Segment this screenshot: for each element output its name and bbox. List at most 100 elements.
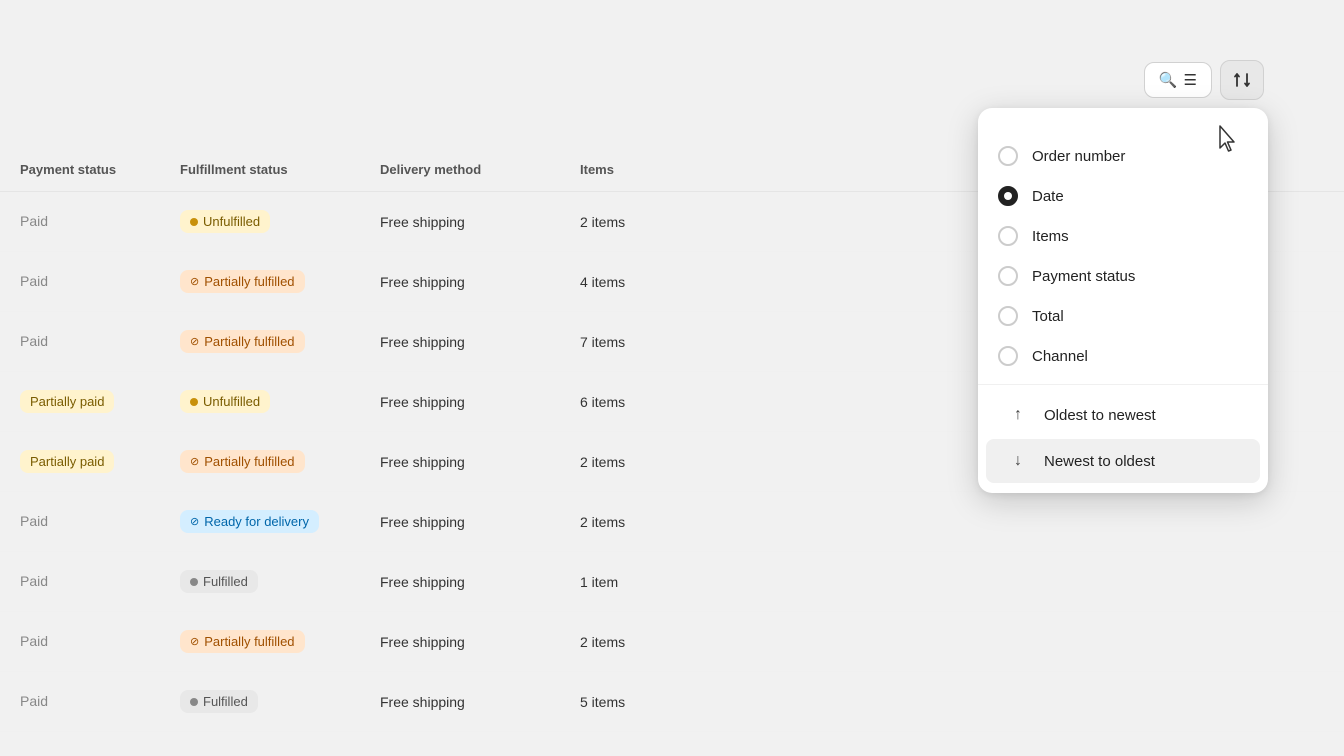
fulfillment-badge: ⊘Partially fulfilled: [180, 450, 305, 473]
badge-dot: [190, 398, 198, 406]
header-payment-status: Payment status: [20, 162, 180, 177]
cell-fulfillment-status: ⊘Partially fulfilled: [180, 270, 380, 293]
sort-option-total[interactable]: Total: [978, 296, 1268, 336]
sort-options: Order number Date Items Payment status Total…: [978, 136, 1268, 376]
payment-text: Paid: [20, 633, 48, 649]
sort-option-label: Payment status: [1032, 268, 1135, 285]
cell-fulfillment-status: Unfulfilled: [180, 210, 380, 233]
sort-direction-oldest[interactable]: ↑ Oldest to newest: [986, 393, 1260, 437]
sort-direction-arrow: ↓: [1006, 449, 1030, 473]
sort-dropdown-title: [978, 124, 1268, 136]
fulfillment-badge: Fulfilled: [180, 570, 258, 593]
cell-fulfillment-status: Fulfilled: [180, 570, 380, 593]
sort-divider: [978, 384, 1268, 385]
sort-option-items[interactable]: Items: [978, 216, 1268, 256]
partial-icon: ⊘: [190, 635, 199, 648]
payment-text: Paid: [20, 213, 48, 229]
cell-items: 5 items: [580, 694, 800, 710]
cell-items: 1 item: [580, 574, 800, 590]
sort-directions: ↑ Oldest to newest ↓ Newest to oldest: [978, 393, 1268, 483]
table-row[interactable]: Paid ⊘Partially fulfilled Free shipping2 i…: [0, 612, 1344, 672]
cell-delivery-method: Free shipping: [380, 574, 580, 590]
cell-payment-status: Paid: [20, 273, 180, 291]
table-row[interactable]: Paid Fulfilled Free shipping5 items: [0, 672, 1344, 732]
header-fulfillment-status: Fulfillment status: [180, 162, 380, 177]
cell-items: 2 items: [580, 514, 800, 530]
fulfillment-badge: Unfulfilled: [180, 390, 270, 413]
sort-option-label: Date: [1032, 188, 1064, 205]
cell-fulfillment-status: Fulfilled: [180, 690, 380, 713]
sort-option-channel[interactable]: Channel: [978, 336, 1268, 376]
search-filter-button[interactable]: 🔍 ☰: [1144, 62, 1212, 98]
fulfillment-badge: ⊘Partially fulfilled: [180, 330, 305, 353]
cell-delivery-method: Free shipping: [380, 454, 580, 470]
sort-radio: [998, 226, 1018, 246]
sort-dropdown: Order number Date Items Payment status Total…: [978, 108, 1268, 493]
payment-text: Paid: [20, 573, 48, 589]
table-row[interactable]: Paid ⊘Ready for delivery Free shipping2 it…: [0, 492, 1344, 552]
partial-icon: ⊘: [190, 455, 199, 468]
sort-radio: [998, 146, 1018, 166]
fulfillment-badge: Unfulfilled: [180, 210, 270, 233]
cell-payment-status: Paid: [20, 693, 180, 711]
badge-dot: [190, 698, 198, 706]
search-icon: 🔍: [1159, 71, 1178, 89]
cell-fulfillment-status: ⊘Partially fulfilled: [180, 330, 380, 353]
cell-delivery-method: Free shipping: [380, 214, 580, 230]
sort-direction-label: Oldest to newest: [1044, 407, 1156, 424]
payment-text: Paid: [20, 693, 48, 709]
table-row[interactable]: Paid Fulfilled Free shipping1 item: [0, 552, 1344, 612]
sort-direction-label: Newest to oldest: [1044, 453, 1155, 470]
sort-radio: [998, 266, 1018, 286]
cell-items: 4 items: [580, 274, 800, 290]
cell-delivery-method: Free shipping: [380, 694, 580, 710]
cell-delivery-method: Free shipping: [380, 634, 580, 650]
cell-payment-status: Paid: [20, 333, 180, 351]
header-delivery-method: Delivery method: [380, 162, 580, 177]
sort-direction-newest[interactable]: ↓ Newest to oldest: [986, 439, 1260, 483]
sort-button[interactable]: [1220, 60, 1264, 100]
sort-option-label: Total: [1032, 308, 1064, 325]
cell-payment-status: Paid: [20, 633, 180, 651]
cell-items: 2 items: [580, 634, 800, 650]
cell-items: 2 items: [580, 454, 800, 470]
cell-payment-status: Paid: [20, 213, 180, 231]
cell-payment-status: Partially paid: [20, 390, 180, 413]
badge-dot: [190, 218, 198, 226]
cell-delivery-method: Free shipping: [380, 394, 580, 410]
cell-delivery-method: Free shipping: [380, 274, 580, 290]
sort-radio: [998, 306, 1018, 326]
filter-icon: ☰: [1184, 71, 1197, 89]
ready-icon: ⊘: [190, 515, 199, 528]
cell-payment-status: Paid: [20, 513, 180, 531]
cell-fulfillment-status: ⊘Partially fulfilled: [180, 630, 380, 653]
cell-items: 2 items: [580, 214, 800, 230]
sort-option-label: Order number: [1032, 148, 1125, 165]
sort-direction-arrow: ↑: [1006, 403, 1030, 427]
cell-delivery-method: Free shipping: [380, 334, 580, 350]
partial-icon: ⊘: [190, 335, 199, 348]
cell-fulfillment-status: Unfulfilled: [180, 390, 380, 413]
cell-payment-status: Partially paid: [20, 450, 180, 473]
fulfillment-badge: Fulfilled: [180, 690, 258, 713]
cell-items: 7 items: [580, 334, 800, 350]
payment-badge: Partially paid: [20, 390, 114, 413]
sort-radio: [998, 346, 1018, 366]
fulfillment-badge: ⊘Partially fulfilled: [180, 630, 305, 653]
toolbar: 🔍 ☰: [1144, 60, 1264, 100]
sort-icon: [1232, 70, 1252, 90]
cell-delivery-method: Free shipping: [380, 514, 580, 530]
sort-option-payment_status[interactable]: Payment status: [978, 256, 1268, 296]
cell-payment-status: Paid: [20, 573, 180, 591]
payment-text: Paid: [20, 273, 48, 289]
sort-option-date[interactable]: Date: [978, 176, 1268, 216]
header-items: Items: [580, 162, 800, 177]
partial-icon: ⊘: [190, 275, 199, 288]
sort-option-order_number[interactable]: Order number: [978, 136, 1268, 176]
payment-text: Paid: [20, 513, 48, 529]
cell-fulfillment-status: ⊘Partially fulfilled: [180, 450, 380, 473]
fulfillment-badge: ⊘Ready for delivery: [180, 510, 319, 533]
sort-radio: [998, 186, 1018, 206]
cell-fulfillment-status: ⊘Ready for delivery: [180, 510, 380, 533]
cell-items: 6 items: [580, 394, 800, 410]
